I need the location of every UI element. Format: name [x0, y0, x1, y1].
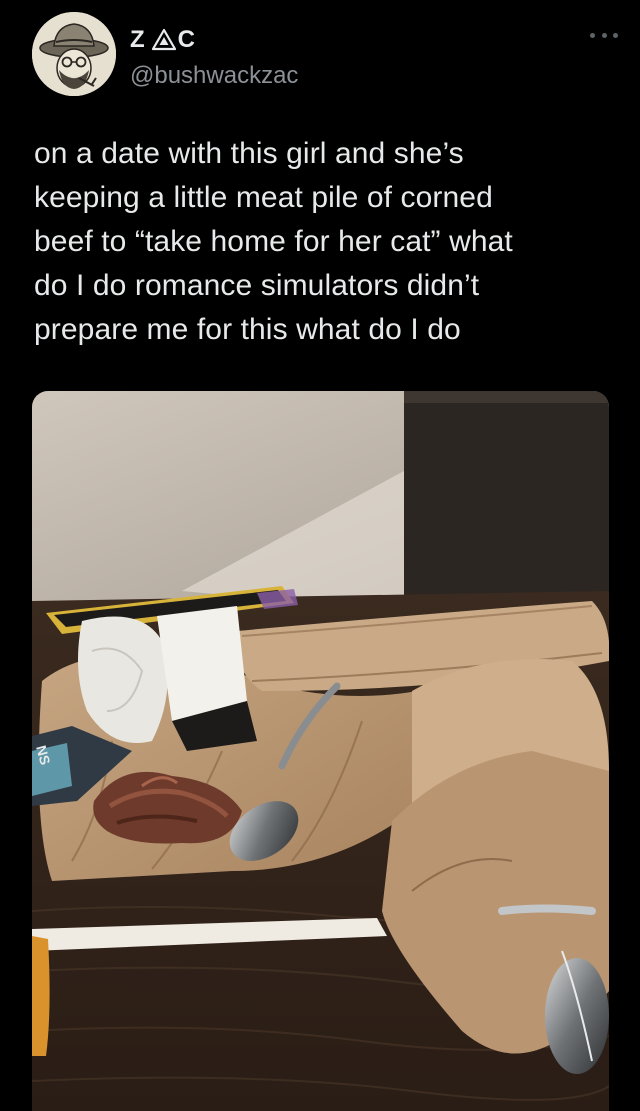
receipt	[157, 606, 247, 721]
photo-table-scene: NS	[32, 391, 609, 1111]
avatar[interactable]	[32, 12, 116, 96]
sauce-cup	[32, 936, 50, 1056]
more-dot	[601, 32, 607, 38]
more-options-icon[interactable]	[590, 30, 618, 40]
cabinet	[404, 391, 609, 606]
tweet: Z C @bushwackzac on a date with this gir…	[0, 0, 640, 1111]
hat-man-avatar-icon	[32, 12, 116, 96]
tweet-header: Z C @bushwackzac	[32, 12, 622, 98]
more-dot	[613, 32, 618, 38]
author-display-name[interactable]: Z C	[130, 26, 298, 54]
more-dot	[590, 32, 595, 38]
author-handle[interactable]: @bushwackzac	[130, 62, 298, 90]
warning-triangle-icon	[151, 28, 176, 51]
tweet-photo[interactable]: NS	[32, 391, 609, 1111]
display-name-right: C	[177, 26, 201, 53]
display-name-left: Z	[130, 26, 150, 53]
tweet-text: on a date with this girl and she’s keepi…	[34, 137, 513, 346]
author-names: Z C @bushwackzac	[130, 26, 298, 90]
